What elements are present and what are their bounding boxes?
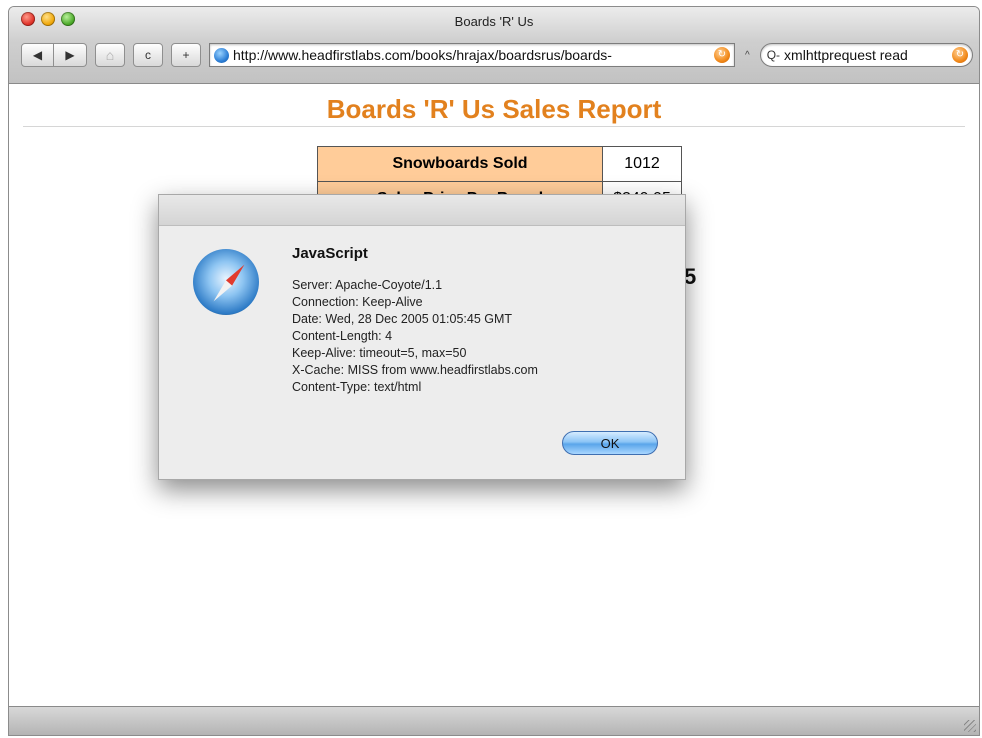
title-divider — [23, 126, 965, 127]
resize-grip-icon[interactable] — [964, 720, 976, 732]
javascript-alert-dialog: JavaScript Server: Apache-Coyote/1.1 Con… — [158, 194, 686, 480]
page-title: Boards 'R' Us Sales Report — [326, 94, 662, 124]
ok-button[interactable]: OK — [562, 431, 658, 455]
reload-button[interactable]: c — [133, 43, 163, 67]
title-bar: Boards 'R' Us ◀ ▶ ⌂ c + http://www.headf… — [9, 7, 979, 84]
dialog-message: Server: Apache-Coyote/1.1 Connection: Ke… — [292, 277, 538, 396]
table-cell-value: 1012 — [602, 146, 682, 182]
forward-icon: ▶ — [65, 48, 75, 62]
snapback-icon[interactable]: ^ — [745, 50, 750, 61]
status-bar — [9, 706, 979, 735]
search-text[interactable]: xmlhttprequest read — [784, 47, 952, 63]
home-icon: ⌂ — [105, 47, 115, 63]
compass-needle-north — [225, 262, 248, 286]
window-title: Boards 'R' Us — [454, 14, 534, 29]
dialog-header — [159, 195, 685, 226]
plus-icon: + — [182, 48, 190, 62]
header-line: Keep-Alive: timeout=5, max=50 — [292, 346, 467, 360]
search-icon[interactable]: Q- — [767, 48, 780, 62]
table-row: Snowboards Sold 1012 — [317, 146, 682, 182]
search-go-icon[interactable]: ↻ — [952, 47, 968, 63]
add-bookmark-button[interactable]: + — [171, 43, 201, 67]
table-cell-label: Snowboards Sold — [317, 146, 603, 182]
home-button[interactable]: ⌂ — [95, 43, 125, 67]
browser-toolbar: ◀ ▶ ⌂ c + http://www.headfirstlabs.com/b… — [21, 41, 973, 69]
header-line: Server: Apache-Coyote/1.1 — [292, 278, 443, 292]
refresh-icon[interactable]: ↻ — [714, 47, 730, 63]
globe-icon — [214, 47, 229, 63]
back-icon: ◀ — [32, 48, 43, 62]
back-button[interactable]: ◀ — [21, 43, 54, 67]
header-line: Content-Type: text/html — [292, 380, 422, 394]
header-line: Content-Length: 4 — [292, 329, 393, 343]
address-text[interactable]: http://www.headfirstlabs.com/books/hraja… — [233, 47, 714, 63]
safari-compass-icon — [193, 249, 259, 315]
nav-buttons: ◀ ▶ — [21, 43, 87, 67]
address-bar[interactable]: http://www.headfirstlabs.com/books/hraja… — [209, 43, 735, 67]
forward-button[interactable]: ▶ — [54, 43, 87, 67]
search-field[interactable]: Q- xmlhttprequest read ↻ — [759, 43, 973, 67]
header-line: Connection: Keep-Alive — [292, 295, 423, 309]
header-line: Date: Wed, 28 Dec 2005 01:05:45 GMT — [292, 312, 513, 326]
dialog-title: JavaScript — [292, 245, 368, 262]
reload-icon: c — [145, 48, 151, 62]
header-line: X-Cache: MISS from www.headfirstlabs.com — [292, 363, 538, 377]
compass-needle-south — [210, 280, 233, 304]
